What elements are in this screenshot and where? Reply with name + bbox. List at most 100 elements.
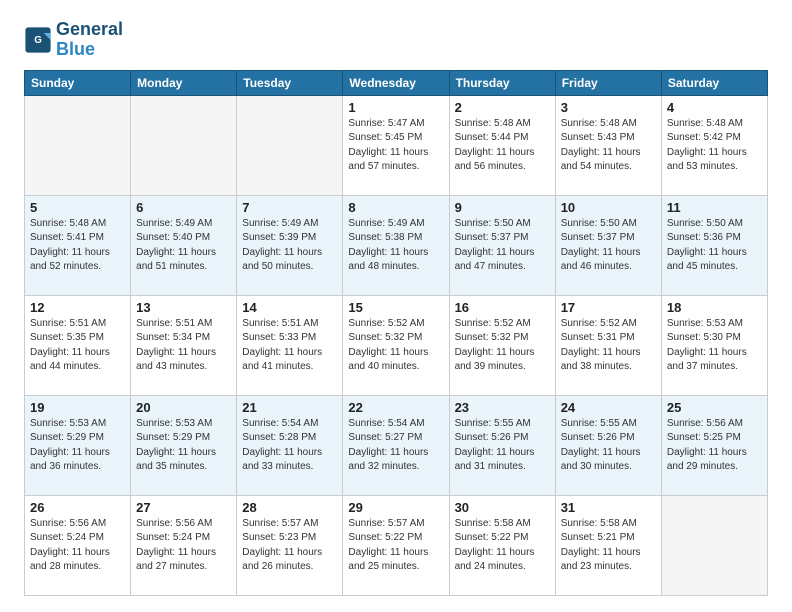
day-info: Sunrise: 5:52 AM Sunset: 5:32 PM Dayligh… bbox=[455, 317, 550, 375]
calendar-day-cell: 12 Sunrise: 5:51 AM Sunset: 5:35 PM Dayli… bbox=[25, 295, 131, 395]
day-info: Sunrise: 5:54 AM Sunset: 5:28 PM Dayligh… bbox=[242, 417, 337, 475]
calendar-day-cell: 3 Sunrise: 5:48 AM Sunset: 5:43 PM Daylig… bbox=[555, 95, 661, 195]
calendar-header-cell: Friday bbox=[555, 70, 661, 95]
day-number: 10 bbox=[561, 200, 656, 215]
calendar-day-cell: 25 Sunrise: 5:56 AM Sunset: 5:25 PM Dayli… bbox=[661, 395, 767, 495]
calendar-day-cell: 9Sunrise: 5:50 AM Sunset: 5:37 PM Daylig… bbox=[449, 195, 555, 295]
calendar-week-row: 19Sunrise: 5:53 AM Sunset: 5:29 PM Dayli… bbox=[25, 395, 768, 495]
day-info: Sunrise: 5:54 AM Sunset: 5:27 PM Dayligh… bbox=[348, 417, 443, 475]
calendar-table: SundayMondayTuesdayWednesdayThursdayFrid… bbox=[24, 70, 768, 596]
day-info: Sunrise: 5:53 AM Sunset: 5:29 PM Dayligh… bbox=[30, 417, 125, 475]
day-info: Sunrise: 5:56 AM Sunset: 5:24 PM Dayligh… bbox=[136, 517, 231, 575]
day-number: 25 bbox=[667, 400, 762, 415]
day-number: 11 bbox=[667, 200, 762, 215]
day-number: 6 bbox=[136, 200, 231, 215]
calendar-header-cell: Saturday bbox=[661, 70, 767, 95]
day-info: Sunrise: 5:58 AM Sunset: 5:21 PM Dayligh… bbox=[561, 517, 656, 575]
calendar-day-cell: 22 Sunrise: 5:54 AM Sunset: 5:27 PM Dayli… bbox=[343, 395, 449, 495]
day-number: 30 bbox=[455, 500, 550, 515]
day-number: 16 bbox=[455, 300, 550, 315]
calendar-day-cell: 30 Sunrise: 5:58 AM Sunset: 5:22 PM Dayli… bbox=[449, 495, 555, 595]
day-info: Sunrise: 5:49 AM Sunset: 5:39 PM Dayligh… bbox=[242, 217, 337, 275]
day-info: Sunrise: 5:52 AM Sunset: 5:32 PM Dayligh… bbox=[348, 317, 443, 375]
calendar-day-cell: 23 Sunrise: 5:55 AM Sunset: 5:26 PM Dayli… bbox=[449, 395, 555, 495]
day-number: 8 bbox=[348, 200, 443, 215]
calendar-week-row: 12 Sunrise: 5:51 AM Sunset: 5:35 PM Dayli… bbox=[25, 295, 768, 395]
calendar-day-cell bbox=[661, 495, 767, 595]
calendar-body: 1 Sunrise: 5:47 AM Sunset: 5:45 PM Daylig… bbox=[25, 95, 768, 595]
day-number: 7 bbox=[242, 200, 337, 215]
day-number: 12 bbox=[30, 300, 125, 315]
day-number: 23 bbox=[455, 400, 550, 415]
day-info: Sunrise: 5:56 AM Sunset: 5:25 PM Dayligh… bbox=[667, 417, 762, 475]
day-number: 29 bbox=[348, 500, 443, 515]
day-info: Sunrise: 5:53 AM Sunset: 5:30 PM Dayligh… bbox=[667, 317, 762, 375]
calendar-day-cell bbox=[237, 95, 343, 195]
svg-text:G: G bbox=[34, 35, 42, 46]
day-info: Sunrise: 5:51 AM Sunset: 5:35 PM Dayligh… bbox=[30, 317, 125, 375]
day-info: Sunrise: 5:48 AM Sunset: 5:43 PM Dayligh… bbox=[561, 117, 656, 175]
day-number: 28 bbox=[242, 500, 337, 515]
calendar-day-cell: 4 Sunrise: 5:48 AM Sunset: 5:42 PM Daylig… bbox=[661, 95, 767, 195]
calendar-day-cell: 18 Sunrise: 5:53 AM Sunset: 5:30 PM Dayli… bbox=[661, 295, 767, 395]
day-number: 17 bbox=[561, 300, 656, 315]
day-info: Sunrise: 5:49 AM Sunset: 5:38 PM Dayligh… bbox=[348, 217, 443, 275]
day-number: 24 bbox=[561, 400, 656, 415]
calendar-day-cell: 7 Sunrise: 5:49 AM Sunset: 5:39 PM Daylig… bbox=[237, 195, 343, 295]
logo-text-line2: Blue bbox=[56, 40, 123, 60]
day-info: Sunrise: 5:50 AM Sunset: 5:36 PM Dayligh… bbox=[667, 217, 762, 275]
calendar-day-cell: 15 Sunrise: 5:52 AM Sunset: 5:32 PM Dayli… bbox=[343, 295, 449, 395]
day-info: Sunrise: 5:52 AM Sunset: 5:31 PM Dayligh… bbox=[561, 317, 656, 375]
day-number: 2 bbox=[455, 100, 550, 115]
day-number: 15 bbox=[348, 300, 443, 315]
day-number: 18 bbox=[667, 300, 762, 315]
day-number: 26 bbox=[30, 500, 125, 515]
calendar-day-cell: 27 Sunrise: 5:56 AM Sunset: 5:24 PM Dayli… bbox=[131, 495, 237, 595]
logo: G General Blue bbox=[24, 20, 123, 60]
day-number: 31 bbox=[561, 500, 656, 515]
page-header: G General Blue bbox=[24, 20, 768, 60]
logo-text-line1: General bbox=[56, 20, 123, 40]
day-number: 27 bbox=[136, 500, 231, 515]
day-info: Sunrise: 5:53 AM Sunset: 5:29 PM Dayligh… bbox=[136, 417, 231, 475]
day-info: Sunrise: 5:51 AM Sunset: 5:33 PM Dayligh… bbox=[242, 317, 337, 375]
day-info: Sunrise: 5:56 AM Sunset: 5:24 PM Dayligh… bbox=[30, 517, 125, 575]
calendar-header-cell: Thursday bbox=[449, 70, 555, 95]
calendar-header-row: SundayMondayTuesdayWednesdayThursdayFrid… bbox=[25, 70, 768, 95]
calendar-day-cell: 11 Sunrise: 5:50 AM Sunset: 5:36 PM Dayli… bbox=[661, 195, 767, 295]
day-number: 1 bbox=[348, 100, 443, 115]
calendar-day-cell: 28 Sunrise: 5:57 AM Sunset: 5:23 PM Dayli… bbox=[237, 495, 343, 595]
day-info: Sunrise: 5:48 AM Sunset: 5:44 PM Dayligh… bbox=[455, 117, 550, 175]
day-info: Sunrise: 5:51 AM Sunset: 5:34 PM Dayligh… bbox=[136, 317, 231, 375]
day-info: Sunrise: 5:48 AM Sunset: 5:42 PM Dayligh… bbox=[667, 117, 762, 175]
day-info: Sunrise: 5:55 AM Sunset: 5:26 PM Dayligh… bbox=[455, 417, 550, 475]
day-info: Sunrise: 5:50 AM Sunset: 5:37 PM Dayligh… bbox=[455, 217, 550, 275]
day-number: 21 bbox=[242, 400, 337, 415]
day-info: Sunrise: 5:47 AM Sunset: 5:45 PM Dayligh… bbox=[348, 117, 443, 175]
calendar-header-cell: Sunday bbox=[25, 70, 131, 95]
calendar-day-cell: 1 Sunrise: 5:47 AM Sunset: 5:45 PM Daylig… bbox=[343, 95, 449, 195]
day-number: 3 bbox=[561, 100, 656, 115]
calendar-header-cell: Monday bbox=[131, 70, 237, 95]
calendar-day-cell: 6 Sunrise: 5:49 AM Sunset: 5:40 PM Daylig… bbox=[131, 195, 237, 295]
day-number: 22 bbox=[348, 400, 443, 415]
calendar-day-cell: 10 Sunrise: 5:50 AM Sunset: 5:37 PM Dayli… bbox=[555, 195, 661, 295]
calendar-day-cell: 20 Sunrise: 5:53 AM Sunset: 5:29 PM Dayli… bbox=[131, 395, 237, 495]
day-info: Sunrise: 5:57 AM Sunset: 5:22 PM Dayligh… bbox=[348, 517, 443, 575]
calendar-day-cell: 14 Sunrise: 5:51 AM Sunset: 5:33 PM Dayli… bbox=[237, 295, 343, 395]
day-number: 20 bbox=[136, 400, 231, 415]
day-number: 5 bbox=[30, 200, 125, 215]
day-info: Sunrise: 5:57 AM Sunset: 5:23 PM Dayligh… bbox=[242, 517, 337, 575]
calendar-day-cell: 31 Sunrise: 5:58 AM Sunset: 5:21 PM Dayli… bbox=[555, 495, 661, 595]
day-number: 13 bbox=[136, 300, 231, 315]
day-info: Sunrise: 5:49 AM Sunset: 5:40 PM Dayligh… bbox=[136, 217, 231, 275]
calendar-day-cell: 2 Sunrise: 5:48 AM Sunset: 5:44 PM Daylig… bbox=[449, 95, 555, 195]
day-info: Sunrise: 5:58 AM Sunset: 5:22 PM Dayligh… bbox=[455, 517, 550, 575]
calendar-day-cell: 24Sunrise: 5:55 AM Sunset: 5:26 PM Dayli… bbox=[555, 395, 661, 495]
day-number: 4 bbox=[667, 100, 762, 115]
calendar-day-cell: 13 Sunrise: 5:51 AM Sunset: 5:34 PM Dayli… bbox=[131, 295, 237, 395]
calendar-week-row: 5Sunrise: 5:48 AM Sunset: 5:41 PM Daylig… bbox=[25, 195, 768, 295]
day-info: Sunrise: 5:50 AM Sunset: 5:37 PM Dayligh… bbox=[561, 217, 656, 275]
day-number: 14 bbox=[242, 300, 337, 315]
calendar-day-cell bbox=[131, 95, 237, 195]
